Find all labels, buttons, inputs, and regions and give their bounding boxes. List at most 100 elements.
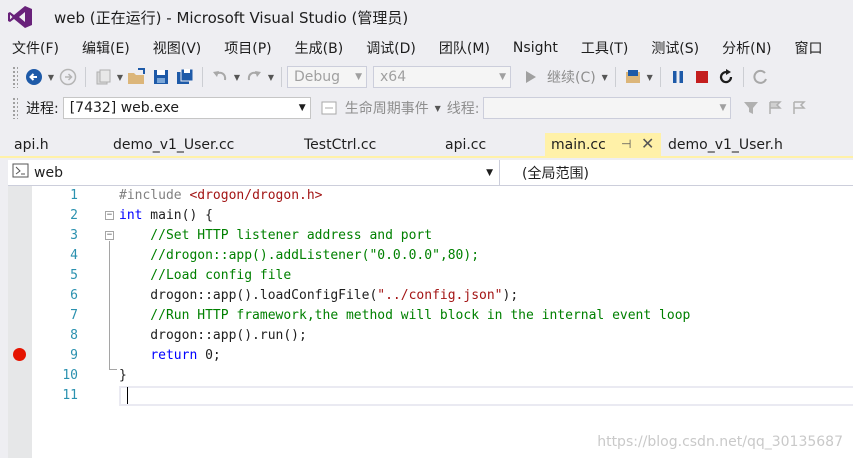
title-bar: web (正在运行) - Microsoft Visual Studio (管理… bbox=[0, 0, 853, 34]
break-all-icon[interactable] bbox=[667, 66, 689, 88]
pin-icon[interactable]: ⊣ bbox=[621, 137, 631, 151]
chevron-down-icon: ▼ bbox=[355, 72, 362, 82]
fold-guide-line bbox=[109, 241, 110, 369]
watermark: https://blog.csdn.net/qq_30135687 bbox=[597, 434, 843, 450]
tab-label: demo_v1_User.h bbox=[668, 137, 783, 153]
attach-process-icon[interactable] bbox=[622, 66, 644, 88]
line-number: 6 bbox=[70, 288, 78, 303]
menu-bar: 文件(F) 编辑(E) 视图(V) 项目(P) 生成(B) 调试(D) 团队(M… bbox=[0, 36, 853, 60]
tab-testctrl-cc[interactable]: TestCtrl.cc bbox=[298, 133, 438, 157]
lifecycle-events-icon[interactable] bbox=[318, 97, 340, 119]
menu-test[interactable]: 测试(S) bbox=[639, 38, 710, 58]
save-icon[interactable] bbox=[150, 66, 172, 88]
tab-api-h[interactable]: api.h bbox=[8, 133, 108, 157]
tab-label: api.cc bbox=[445, 137, 487, 153]
chevron-down-icon[interactable]: ▼ bbox=[115, 66, 125, 88]
new-project-icon[interactable] bbox=[92, 66, 114, 88]
process-label: 进程: bbox=[26, 101, 59, 117]
flag-icon[interactable] bbox=[788, 97, 810, 119]
continue-button[interactable]: 继续(C) bbox=[547, 67, 596, 87]
chevron-down-icon[interactable]: ▼ bbox=[645, 66, 655, 88]
solution-configuration-dropdown[interactable]: Debug ▼ bbox=[287, 66, 367, 88]
toolbar-separator bbox=[202, 67, 203, 87]
close-tab-icon[interactable]: ✕ bbox=[641, 134, 654, 153]
continue-play-icon[interactable] bbox=[520, 66, 542, 88]
tab-demo-v1-user-cc[interactable]: demo_v1_User.cc bbox=[107, 133, 297, 157]
chevron-down-icon[interactable]: ▼ bbox=[232, 66, 242, 88]
menu-debug[interactable]: 调试(D) bbox=[354, 38, 427, 58]
chevron-down-icon: ▼ bbox=[499, 72, 506, 82]
menu-view[interactable]: 视图(V) bbox=[141, 38, 213, 58]
tab-main-cc[interactable]: main.cc ⊣ ✕ bbox=[545, 133, 661, 157]
scope-dropdown[interactable]: (全局范围) bbox=[500, 160, 589, 185]
tab-label: main.cc bbox=[551, 137, 606, 153]
code-text[interactable]: #include <drogon/drogon.h> int main() { … bbox=[119, 186, 853, 406]
undo-icon[interactable] bbox=[209, 66, 231, 88]
line-number: 9 bbox=[70, 348, 78, 363]
debug-location-toolbar: 进程: [7432] web.exe ▼ 生命周期事件 ▼ 线程: ▼ bbox=[0, 93, 853, 123]
process-dropdown[interactable]: [7432] web.exe ▼ bbox=[62, 97, 311, 119]
lifecycle-events-button[interactable]: 生命周期事件 bbox=[345, 98, 429, 118]
menu-nsight[interactable]: Nsight bbox=[501, 40, 569, 56]
project-name: web bbox=[34, 165, 63, 181]
menu-file[interactable]: 文件(F) bbox=[0, 38, 70, 58]
line-number: 11 bbox=[62, 388, 78, 403]
menu-project[interactable]: 项目(P) bbox=[212, 38, 282, 58]
collapse-main-icon[interactable]: − bbox=[105, 211, 114, 220]
line-number: 5 bbox=[70, 268, 78, 283]
menu-team[interactable]: 团队(M) bbox=[427, 38, 501, 58]
document-tab-strip: api.h demo_v1_User.cc TestCtrl.cc api.cc… bbox=[8, 132, 853, 158]
open-file-icon[interactable] bbox=[126, 66, 148, 88]
refresh-icon[interactable] bbox=[750, 66, 772, 88]
save-all-icon[interactable] bbox=[174, 66, 196, 88]
menu-build[interactable]: 生成(B) bbox=[283, 38, 355, 58]
active-tab-underline bbox=[0, 156, 853, 158]
solution-platform-value: x64 bbox=[380, 69, 407, 85]
code-line: //Run HTTP framework,the method will blo… bbox=[119, 308, 691, 323]
menu-edit[interactable]: 编辑(E) bbox=[70, 38, 141, 58]
toolbar-grip[interactable] bbox=[12, 97, 18, 119]
stop-debugging-icon[interactable] bbox=[691, 66, 713, 88]
thread-dropdown[interactable]: ▼ bbox=[483, 97, 732, 119]
project-dropdown[interactable]: web ▼ bbox=[8, 160, 500, 186]
filter-icon[interactable] bbox=[740, 97, 762, 119]
chevron-down-icon[interactable]: ▼ bbox=[600, 66, 610, 88]
fold-guide-end bbox=[109, 369, 117, 370]
line-number-gutter: 1 2 3 4 5 6 7 8 9 10 11 bbox=[32, 186, 78, 406]
scope-value: (全局范围) bbox=[522, 165, 589, 182]
menu-window[interactable]: 窗口 bbox=[783, 38, 834, 58]
standard-toolbar: ▼ ▼ ▼ ▼ Debug ▼ x64 ▼ 继续(C) ▼ ▼ bbox=[0, 62, 853, 92]
visual-studio-logo-icon bbox=[0, 0, 40, 34]
redo-icon[interactable] bbox=[243, 66, 265, 88]
menu-analyze[interactable]: 分析(N) bbox=[710, 38, 782, 58]
window-title: web (正在运行) - Microsoft Visual Studio (管理… bbox=[54, 8, 409, 27]
code-line: return 0; bbox=[150, 348, 221, 363]
breakpoint-icon[interactable] bbox=[13, 348, 26, 361]
collapse-comment-icon[interactable]: − bbox=[105, 231, 114, 240]
menu-tools[interactable]: 工具(T) bbox=[569, 38, 639, 58]
chevron-down-icon: ▼ bbox=[298, 103, 306, 113]
navigate-forward-icon[interactable] bbox=[57, 66, 79, 88]
toolbar-separator bbox=[659, 67, 661, 87]
solution-configuration-value: Debug bbox=[294, 69, 341, 85]
restart-icon[interactable] bbox=[715, 66, 737, 88]
code-line: int main() { bbox=[119, 208, 213, 223]
chevron-down-icon[interactable]: ▼ bbox=[266, 66, 276, 88]
navigate-back-icon[interactable] bbox=[23, 66, 45, 88]
code-editor[interactable]: 1 2 3 4 5 6 7 8 9 10 11 − − #include <dr… bbox=[8, 186, 853, 458]
chevron-down-icon[interactable]: ▼ bbox=[46, 66, 56, 88]
chevron-down-icon[interactable]: ▼ bbox=[433, 97, 443, 119]
toolbar-separator bbox=[281, 67, 282, 87]
solution-platform-dropdown[interactable]: x64 ▼ bbox=[373, 66, 511, 88]
tab-label: TestCtrl.cc bbox=[304, 137, 377, 153]
line-number: 3 bbox=[70, 228, 78, 243]
flag-thread-icon[interactable] bbox=[764, 97, 786, 119]
thread-label: 线程: bbox=[446, 101, 480, 117]
line-number: 7 bbox=[70, 308, 78, 323]
toolbar-grip[interactable] bbox=[12, 66, 18, 88]
breakpoint-margin[interactable] bbox=[8, 186, 32, 458]
chevron-down-icon: ▼ bbox=[719, 103, 727, 113]
tab-demo-v1-user-h[interactable]: demo_v1_User.h bbox=[662, 133, 822, 157]
tab-api-cc[interactable]: api.cc bbox=[439, 133, 545, 157]
